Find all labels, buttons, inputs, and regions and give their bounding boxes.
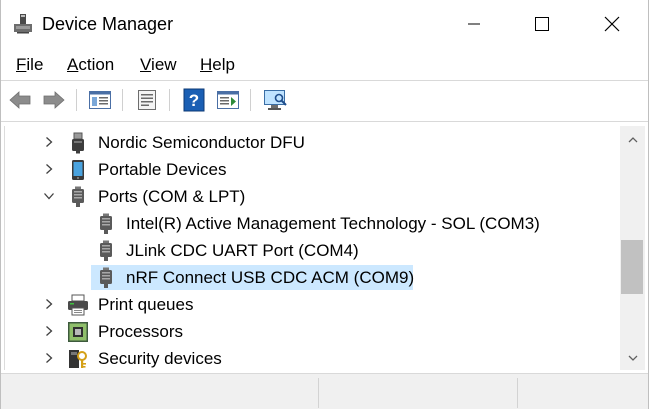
tree-label-wrap: Intel(R) Active Management Technology - … xyxy=(123,211,543,236)
tree-label-wrap: JLink CDC UART Port (COM4) xyxy=(123,238,362,263)
maximize-button[interactable] xyxy=(519,0,565,48)
title-bar[interactable]: Device Manager xyxy=(0,0,649,48)
port-icon xyxy=(100,240,112,261)
tree-label: Processors xyxy=(98,322,184,341)
tree-row-intel-amt-sol-com3[interactable]: Intel(R) Active Management Technology - … xyxy=(5,210,621,237)
security-device-icon xyxy=(69,350,87,368)
tree-row-portable-devices[interactable]: Portable Devices xyxy=(5,156,621,183)
scroll-up-icon xyxy=(628,137,637,143)
status-pane-secondary xyxy=(319,378,518,408)
tree-row-ports-com-lpt[interactable]: Ports (COM & LPT) xyxy=(5,183,621,210)
help-icon: ? xyxy=(183,88,205,112)
menu-action[interactable]: Action xyxy=(67,54,114,76)
menu-file[interactable]: File xyxy=(16,54,43,76)
tree-label: Security devices xyxy=(98,349,222,368)
menu-help-rest: elp xyxy=(212,55,235,74)
menu-action-rest: ction xyxy=(78,55,115,74)
menu-view[interactable]: View xyxy=(140,54,177,76)
tree-label-wrap: Print queues xyxy=(95,292,196,317)
tree-label-wrap: Security devices xyxy=(95,346,225,370)
scroll-up-button[interactable] xyxy=(620,130,645,150)
scan-hardware-icon xyxy=(264,90,287,110)
tree-label: Nordic Semiconductor DFU xyxy=(98,133,305,152)
window-border-left xyxy=(0,0,1,409)
port-icon xyxy=(100,267,112,288)
menu-bar: File Action View Help xyxy=(0,48,649,80)
usb-device-icon xyxy=(72,132,84,154)
tree-label-wrap: Processors xyxy=(95,319,186,344)
menu-help-mnemonic: H xyxy=(200,55,213,74)
properties-icon xyxy=(138,90,156,110)
window-title: Device Manager xyxy=(42,14,174,34)
tree-label: Portable Devices xyxy=(98,160,227,179)
tree-label: Ports (COM & LPT) xyxy=(98,187,246,206)
toolbar-separator xyxy=(169,89,170,111)
printer-icon xyxy=(68,294,88,316)
device-tree[interactable]: Nordic Semiconductor DFU Portable Device… xyxy=(4,126,646,370)
menu-file-rest: ile xyxy=(26,55,44,74)
port-icon xyxy=(100,213,112,234)
help-button[interactable]: ? xyxy=(180,87,208,113)
tree-row-nrf-connect-usb-cdc-acm-com9[interactable]: nRF Connect USB CDC ACM (COM9) xyxy=(5,264,621,291)
tree-label: Print queues xyxy=(98,295,194,314)
menu-help[interactable]: Help xyxy=(200,54,235,76)
maximize-icon xyxy=(535,17,549,31)
toolbar: ? xyxy=(0,81,649,119)
menu-action-mnemonic: A xyxy=(67,55,79,74)
tree-row-processors[interactable]: Processors xyxy=(5,318,621,345)
menu-file-mnemonic: F xyxy=(16,55,27,74)
processor-icon xyxy=(68,322,88,342)
device-manager-window: Device Manager File Action View Help ? N… xyxy=(0,0,649,409)
collapse-chevron-icon[interactable] xyxy=(43,190,55,202)
minimize-button[interactable] xyxy=(451,0,497,48)
tree-row-nordic-semiconductor-dfu[interactable]: Nordic Semiconductor DFU xyxy=(5,129,621,156)
properties-button[interactable] xyxy=(133,87,161,113)
tree-row-security-devices[interactable]: Security devices xyxy=(5,345,621,370)
tree-label-wrap: Portable Devices xyxy=(95,157,230,182)
expand-chevron-icon[interactable] xyxy=(43,136,55,148)
status-pane-tertiary xyxy=(518,378,644,408)
tree-label: Intel(R) Active Management Technology - … xyxy=(126,214,540,233)
menu-view-mnemonic: V xyxy=(140,55,152,74)
scan-hardware-button[interactable] xyxy=(261,87,289,113)
port-icon xyxy=(72,186,84,207)
tree-label: JLink CDC UART Port (COM4) xyxy=(126,241,359,260)
device-manager-icon xyxy=(14,14,32,34)
menu-view-rest: iew xyxy=(151,55,177,74)
vertical-scrollbar[interactable] xyxy=(620,126,645,370)
tree-label-wrap: Ports (COM & LPT) xyxy=(95,184,248,209)
tree-row-jlink-cdc-uart-com4[interactable]: JLink CDC UART Port (COM4) xyxy=(5,237,621,264)
expand-chevron-icon[interactable] xyxy=(43,352,55,364)
scroll-down-button[interactable] xyxy=(620,348,645,368)
close-icon xyxy=(604,16,620,32)
expand-chevron-icon[interactable] xyxy=(43,163,55,175)
portable-device-icon xyxy=(72,160,84,180)
show-hide-console-tree-button[interactable] xyxy=(86,87,114,113)
close-button[interactable] xyxy=(589,0,635,48)
tree-row-print-queues[interactable]: Print queues xyxy=(5,291,621,318)
forward-icon xyxy=(43,91,65,109)
toolbar-separator xyxy=(250,89,251,111)
forward-button[interactable] xyxy=(40,87,68,113)
action-pane-button[interactable] xyxy=(214,87,242,113)
tree-label-wrap: Nordic Semiconductor DFU xyxy=(95,130,308,155)
toolbar-divider xyxy=(0,121,649,122)
svg-text:?: ? xyxy=(189,91,199,110)
back-icon xyxy=(9,91,31,109)
toolbar-separator xyxy=(76,89,77,111)
scroll-thumb[interactable] xyxy=(621,240,643,294)
expand-chevron-icon[interactable] xyxy=(43,325,55,337)
scroll-down-icon xyxy=(628,355,637,361)
action-pane-icon xyxy=(217,91,239,109)
expand-chevron-icon[interactable] xyxy=(43,298,55,310)
toolbar-separator xyxy=(122,89,123,111)
tree-label-wrap: nRF Connect USB CDC ACM (COM9) xyxy=(123,265,417,290)
back-button[interactable] xyxy=(6,87,34,113)
minimize-icon xyxy=(468,23,480,25)
status-pane-main xyxy=(0,378,319,408)
show-hide-console-tree-icon xyxy=(89,91,111,109)
tree-label: nRF Connect USB CDC ACM (COM9) xyxy=(126,268,415,287)
status-bar xyxy=(0,373,649,409)
